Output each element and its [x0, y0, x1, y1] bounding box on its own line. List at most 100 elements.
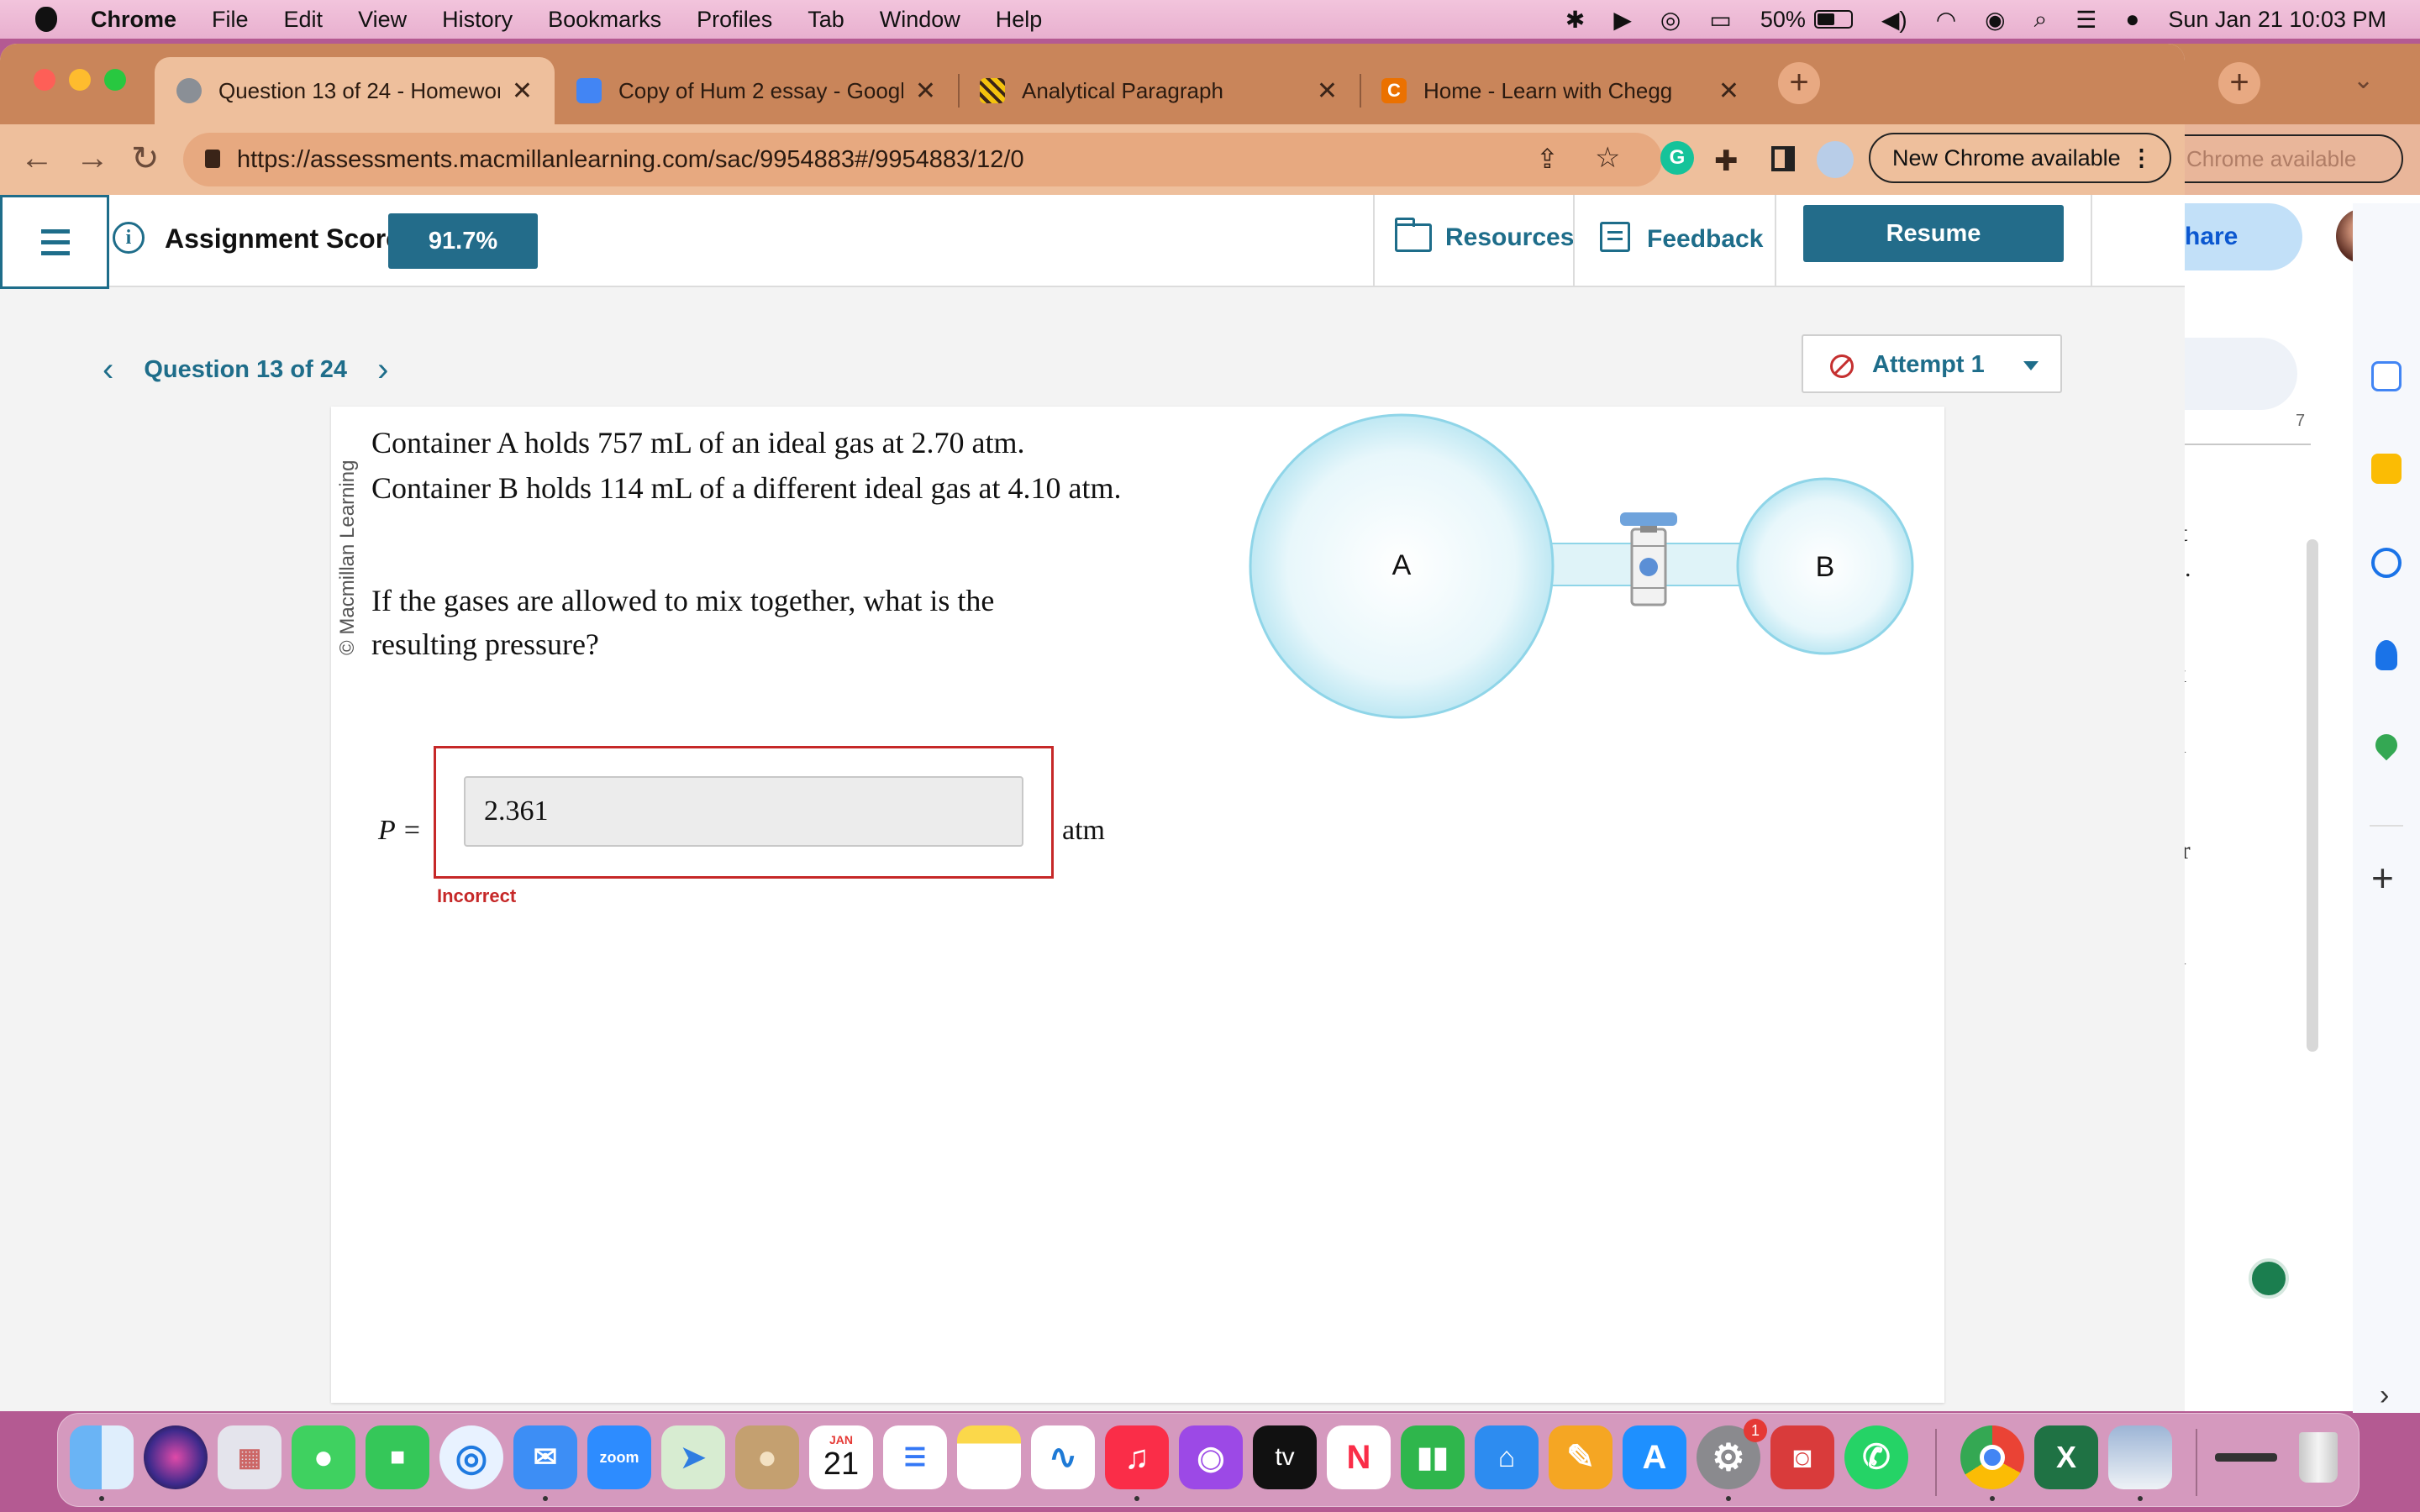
calendar-icon[interactable]: JAN 21 [809, 1425, 873, 1489]
apple-tv-icon[interactable]: tv [1253, 1425, 1317, 1489]
more-options-icon[interactable]: ⋮ [2130, 134, 2153, 181]
calendar-icon[interactable] [2371, 361, 2402, 391]
volume-icon[interactable]: ◀) [1881, 6, 1907, 34]
menu-view[interactable]: View [358, 7, 407, 33]
close-window-button[interactable] [34, 69, 55, 91]
extensions-puzzle-icon[interactable]: ✚ [1714, 144, 1739, 178]
photo-booth-icon[interactable]: ◙ [1770, 1425, 1834, 1489]
menu-help[interactable]: Help [996, 7, 1043, 33]
next-question-icon[interactable]: › [377, 351, 388, 389]
close-tab-icon[interactable]: ✕ [1718, 76, 1739, 106]
messages-icon[interactable]: ● [292, 1425, 355, 1489]
menu-window[interactable]: Window [880, 7, 960, 33]
bookmark-star-icon[interactable]: ☆ [1595, 141, 1620, 175]
airdrop-icon[interactable]: ◎ [1660, 6, 1681, 34]
resume-button[interactable]: Resume [1803, 205, 2064, 262]
control-center-icon[interactable]: ☰ [2075, 6, 2096, 34]
contacts-icon[interactable] [2375, 640, 2397, 670]
tab-chegg[interactable]: C Home - Learn with Chegg ✕ [1360, 57, 1761, 124]
forward-icon[interactable]: → [76, 139, 109, 177]
menu-file[interactable]: File [212, 7, 249, 33]
whatsapp-icon[interactable]: ✆ [1844, 1425, 1908, 1489]
mail-icon[interactable]: ✉ [513, 1425, 577, 1489]
tab-analytical-paragraph[interactable]: Analytical Paragraph ✕ [958, 57, 1360, 124]
grammarly-icon[interactable]: G [1660, 141, 1694, 175]
spotlight-search-icon[interactable]: ⌕ [2034, 6, 2048, 34]
pages-icon[interactable]: ✎ [1549, 1425, 1612, 1489]
background-chrome-available-button[interactable]: Chrome available [2151, 134, 2403, 183]
tasks-icon[interactable] [2371, 548, 2402, 578]
battery-status[interactable]: 50% [1760, 7, 1853, 33]
address-bar[interactable]: https://assessments.macmillanlearning.co… [183, 133, 1662, 186]
background-new-tab-icon[interactable]: + [2218, 62, 2260, 104]
back-icon[interactable]: ← [20, 139, 54, 177]
menu-edit[interactable]: Edit [284, 7, 324, 33]
user-icon[interactable]: ◉ [1985, 6, 2005, 34]
add-addon-icon[interactable]: + [2371, 855, 2394, 900]
menu-app-chrome[interactable]: Chrome [91, 7, 176, 33]
doc-scrollbar[interactable] [2307, 539, 2318, 1052]
wifi-icon[interactable]: ◠ [1936, 6, 1956, 34]
display-icon[interactable]: ▭ [1709, 6, 1731, 34]
preview-icon[interactable] [2108, 1425, 2172, 1489]
keynote-icon[interactable]: ⌂ [1475, 1425, 1539, 1489]
tab-search-chevron-icon[interactable]: ⌄ [2353, 66, 2374, 95]
apple-menu-icon[interactable] [35, 7, 57, 32]
zoom-window-button[interactable] [104, 69, 126, 91]
expand-panel-icon[interactable]: › [2380, 1379, 2389, 1412]
downloads-stack-icon[interactable] [2214, 1425, 2278, 1489]
menu-bookmarks[interactable]: Bookmarks [548, 7, 661, 33]
safari-icon[interactable]: ◎ [439, 1425, 503, 1489]
question-number[interactable]: Question 13 of 24 [144, 356, 347, 384]
keep-icon[interactable] [2371, 454, 2402, 484]
bluetooth-icon[interactable]: ✱ [1565, 6, 1585, 34]
play-icon[interactable]: ▶ [1613, 6, 1632, 34]
trash-icon[interactable] [2286, 1425, 2350, 1489]
numbers-icon[interactable]: ▮▮ [1401, 1425, 1465, 1489]
excel-icon[interactable]: X [2034, 1425, 2098, 1489]
notes-icon[interactable] [957, 1425, 1021, 1489]
menubar-datetime[interactable]: Sun Jan 21 10:03 PM [2168, 7, 2386, 33]
side-panel-icon[interactable] [1771, 146, 1795, 171]
profile-icon[interactable] [1817, 141, 1854, 178]
maps-icon[interactable]: ➤ [661, 1425, 725, 1489]
finder-icon[interactable] [70, 1425, 134, 1489]
siri-icon[interactable] [144, 1425, 208, 1489]
lock-icon[interactable] [205, 150, 220, 168]
maps-icon[interactable] [2370, 729, 2402, 761]
menu-profiles[interactable]: Profiles [697, 7, 772, 33]
close-tab-icon[interactable]: ✕ [915, 76, 936, 106]
tab-question[interactable]: Question 13 of 24 - Homework ✕ [155, 57, 555, 124]
new-tab-icon[interactable]: + [1778, 62, 1820, 104]
reminders-icon[interactable]: ☰ [883, 1425, 947, 1489]
facetime-icon[interactable]: ■ [366, 1425, 429, 1489]
tab-docs[interactable]: Copy of Hum 2 essay - Google Docs ✕ [555, 57, 958, 124]
zoom-app-icon[interactable]: zoom [587, 1425, 651, 1489]
contacts-icon[interactable]: ● [735, 1425, 799, 1489]
close-tab-icon[interactable]: ✕ [512, 76, 533, 106]
minimize-window-button[interactable] [69, 69, 91, 91]
chrome-update-button[interactable]: New Chrome available ⋮ [1869, 133, 2171, 183]
siri-icon[interactable]: ● [2125, 6, 2139, 33]
menu-tab[interactable]: Tab [808, 7, 844, 33]
info-icon[interactable]: i [113, 222, 145, 254]
question-list-menu-button[interactable] [0, 195, 109, 289]
news-icon[interactable]: N [1327, 1425, 1391, 1489]
header-divider [1775, 195, 1776, 287]
url-text[interactable]: https://assessments.macmillanlearning.co… [237, 146, 1024, 174]
app-store-icon[interactable]: A [1623, 1425, 1686, 1489]
freeform-icon[interactable]: ∿ [1031, 1425, 1095, 1489]
chrome-icon[interactable] [1960, 1425, 2024, 1489]
reload-icon[interactable]: ↻ [131, 139, 160, 178]
feedback-button[interactable]: Feedback [1600, 220, 1763, 254]
answer-input[interactable]: 2.361 [464, 776, 1023, 847]
resources-button[interactable]: Resources [1395, 218, 1574, 252]
menu-history[interactable]: History [442, 7, 513, 33]
attempt-dropdown[interactable]: Attempt 1 [1802, 334, 2062, 393]
podcasts-icon[interactable]: ◉ [1179, 1425, 1243, 1489]
previous-question-icon[interactable]: ‹ [103, 351, 113, 389]
share-page-icon[interactable]: ⇪ [1536, 143, 1559, 175]
close-tab-icon[interactable]: ✕ [1317, 76, 1338, 106]
music-icon[interactable]: ♫ [1105, 1425, 1169, 1489]
launchpad-icon[interactable]: ▦ [218, 1425, 281, 1489]
